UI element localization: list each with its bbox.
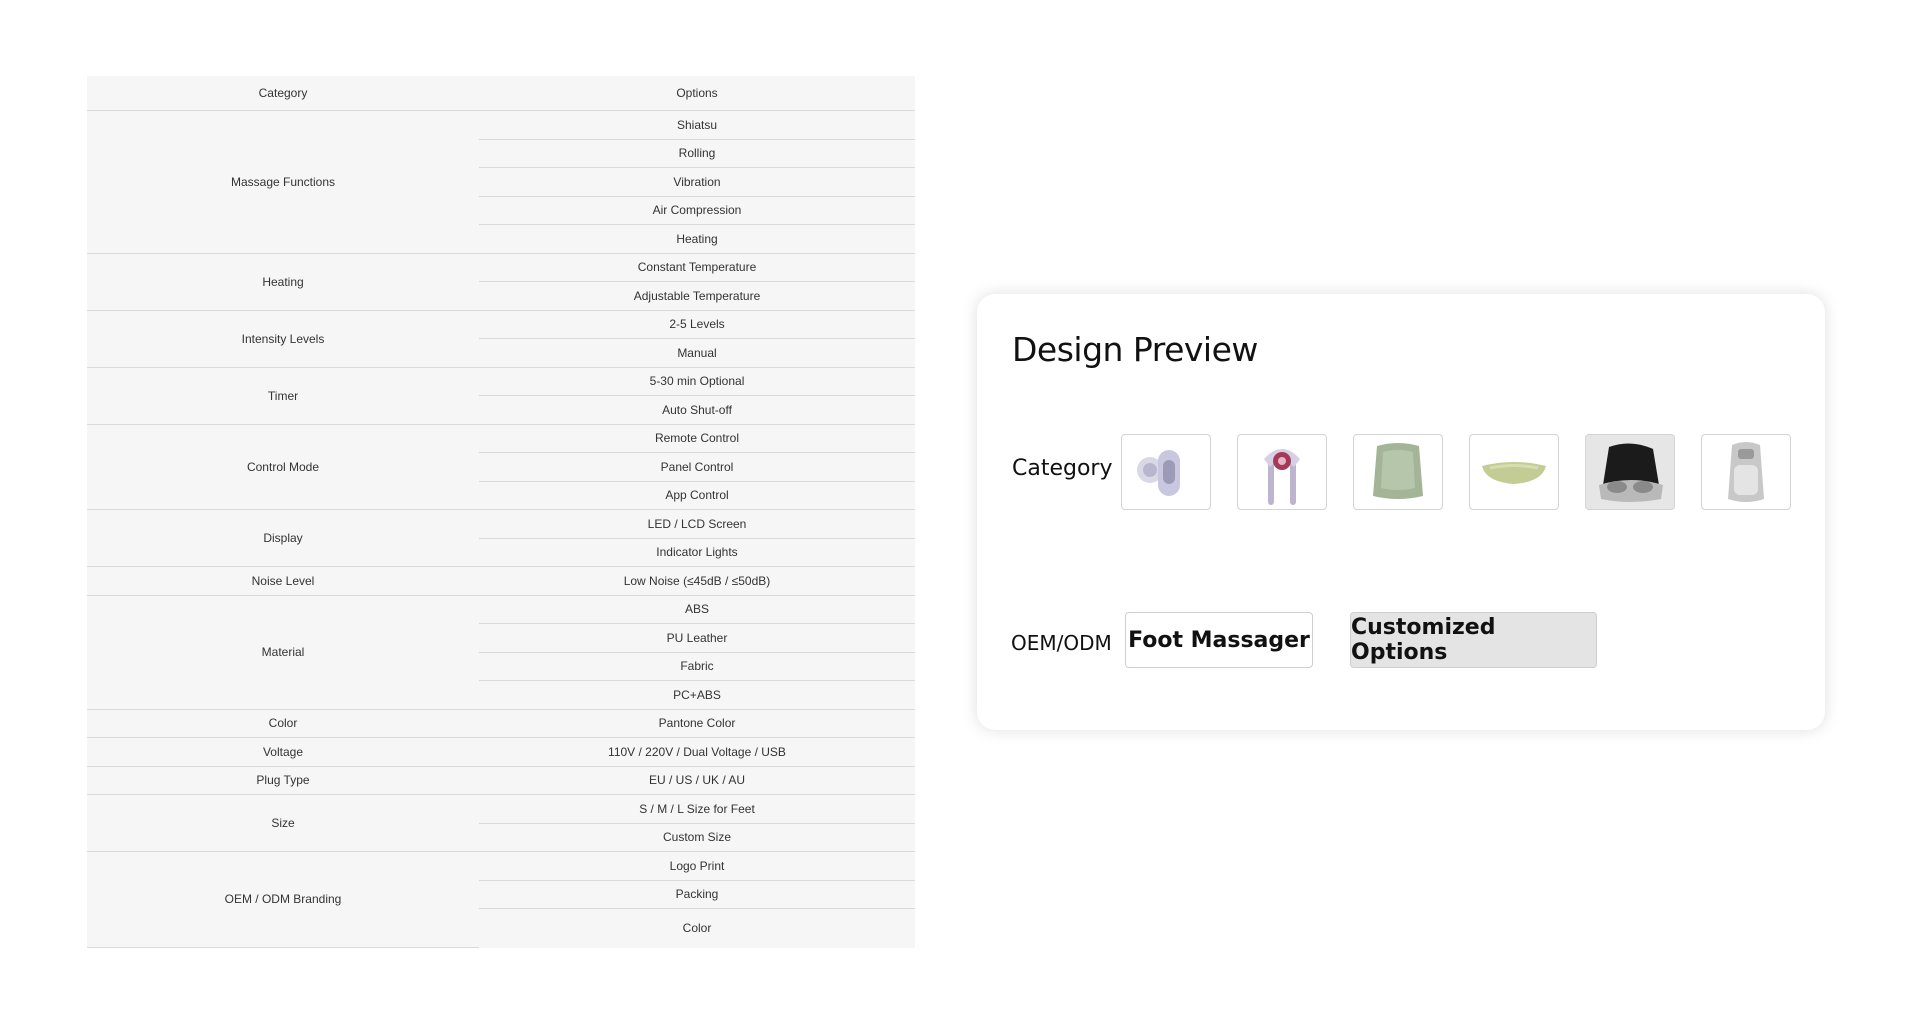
category-cell: Color: [87, 709, 479, 738]
table-row: Size S / M / L Size for Feet: [87, 794, 915, 852]
option-cell: PU Leather: [479, 623, 915, 653]
option-cell: Shiatsu: [479, 110, 915, 140]
table-row: Color Pantone Color: [87, 709, 915, 738]
table-row: OEM / ODM Branding Logo Print: [87, 851, 915, 948]
column-header-options: Options: [479, 76, 915, 111]
table-row: Heating Constant Temperature: [87, 253, 915, 311]
customized-options-button[interactable]: Customized Options: [1350, 612, 1597, 668]
category-cell: Intensity Levels: [87, 310, 479, 368]
table-row: Material ABS: [87, 595, 915, 710]
neck-pillow-icon: [1482, 462, 1546, 484]
option-cell: App Control: [479, 481, 915, 510]
spec-table: Category Options Massage Functions Shiats…: [87, 76, 915, 948]
option-cell: Remote Control: [479, 424, 915, 453]
category-thumbnails: [1121, 434, 1791, 512]
neck-shoulder-massager-thumbnail[interactable]: [1237, 434, 1327, 510]
option-cell: Low Noise (≤45dB / ≤50dB): [479, 566, 915, 596]
leg-massager-thumbnail[interactable]: [1701, 434, 1791, 510]
back-cushion-icon: [1373, 443, 1423, 499]
category-cell: Noise Level: [87, 566, 479, 596]
option-cell: 110V / 220V / Dual Voltage / USB: [479, 737, 915, 767]
category-cell: Heating: [87, 253, 479, 311]
foot-massager-icon: [1599, 443, 1663, 502]
category-label: Category: [1012, 456, 1113, 481]
table-row: Massage Functions Shiatsu: [87, 110, 915, 254]
foot-massager-thumbnail[interactable]: [1585, 434, 1675, 510]
category-cell: Voltage: [87, 737, 479, 767]
category-cell: Plug Type: [87, 766, 479, 795]
design-preview-title: Design Preview: [1012, 330, 1258, 369]
neck-massager-icon: [1264, 449, 1300, 505]
option-cell: Heating: [479, 224, 915, 254]
option-cell: S / M / L Size for Feet: [479, 794, 915, 824]
table-row: Plug Type EU / US / UK / AU: [87, 766, 915, 795]
option-cell: Constant Temperature: [479, 253, 915, 282]
option-cell: LED / LCD Screen: [479, 509, 915, 539]
option-cell: Panel Control: [479, 452, 915, 482]
leg-massager-icon: [1728, 442, 1764, 502]
option-cell: Rolling: [479, 139, 915, 168]
massage-gun-thumbnail[interactable]: [1121, 434, 1211, 510]
option-cell: ABS: [479, 595, 915, 624]
option-cell: PC+ABS: [479, 680, 915, 710]
table-row: Intensity Levels 2-5 Levels: [87, 310, 915, 368]
design-preview-card: Design Preview Category OEM/ODM Foot Mas…: [977, 294, 1825, 730]
option-cell: Logo Print: [479, 851, 915, 881]
option-cell: 5-30 min Optional: [479, 367, 915, 396]
option-cell: Indicator Lights: [479, 538, 915, 567]
table-row: Noise Level Low Noise (≤45dB / ≤50dB): [87, 566, 915, 596]
massage-gun-icon: [1137, 450, 1180, 496]
table-header-row: Category Options: [87, 76, 915, 111]
option-cell: EU / US / UK / AU: [479, 766, 915, 795]
category-cell: Display: [87, 509, 479, 567]
category-cell: OEM / ODM Branding: [87, 851, 479, 948]
table-row: Timer 5-30 min Optional: [87, 367, 915, 425]
option-cell: Packing: [479, 880, 915, 909]
oem-odm-label: OEM/ODM: [1011, 631, 1112, 655]
neck-pillow-massager-thumbnail[interactable]: [1469, 434, 1559, 510]
column-header-category: Category: [87, 76, 479, 111]
table-row: Voltage 110V / 220V / Dual Voltage / USB: [87, 737, 915, 767]
option-cell: Custom Size: [479, 823, 915, 852]
category-cell: Size: [87, 794, 479, 852]
category-cell: Material: [87, 595, 479, 710]
table-row: Control Mode Remote Control: [87, 424, 915, 510]
option-cell: Color: [682, 921, 712, 935]
option-cell: Adjustable Temperature: [479, 281, 915, 311]
option-cell: Air Compression: [479, 196, 915, 225]
option-cell: Manual: [479, 338, 915, 368]
option-cell: Fabric: [479, 652, 915, 681]
option-cell: Auto Shut-off: [479, 395, 915, 425]
foot-massager-button[interactable]: Foot Massager: [1125, 612, 1313, 668]
option-cell: Vibration: [479, 167, 915, 197]
category-cell: Timer: [87, 367, 479, 425]
option-cell: 2-5 Levels: [479, 310, 915, 339]
back-cushion-massager-thumbnail[interactable]: [1353, 434, 1443, 510]
category-cell: Massage Functions: [87, 110, 479, 254]
table-row: Display LED / LCD Screen: [87, 509, 915, 567]
option-cell: Pantone Color: [479, 709, 915, 738]
category-cell: Control Mode: [87, 424, 479, 510]
